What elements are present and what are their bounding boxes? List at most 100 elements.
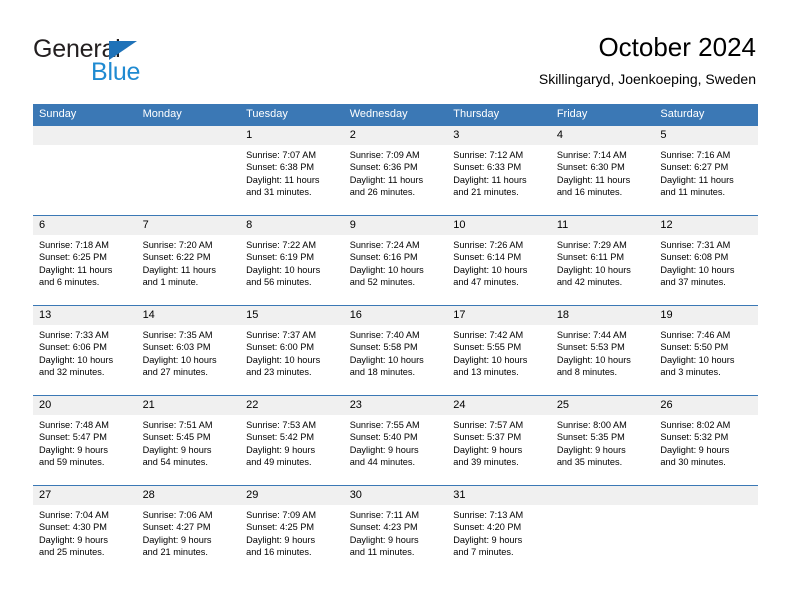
sunrise-text: Sunrise: 8:00 AM <box>556 420 627 430</box>
day-number: 14 <box>136 306 241 325</box>
daylight-text-line2: and 56 minutes. <box>246 277 312 288</box>
day-cell[interactable] <box>136 126 241 215</box>
daylight-text-line2: and 21 minutes. <box>142 547 208 558</box>
day-number: 30 <box>343 486 448 505</box>
day-cell[interactable]: 6 Sunrise: 7:18 AM Sunset: 6:25 PM Dayli… <box>33 216 137 305</box>
day-cell[interactable]: 30 Sunrise: 7:11 AM Sunset: 4:23 PM Dayl… <box>343 486 448 575</box>
day-details: Sunrise: 7:24 AM Sunset: 6:16 PM Dayligh… <box>344 235 448 289</box>
day-cell[interactable]: 17 Sunrise: 7:42 AM Sunset: 5:55 PM Dayl… <box>447 306 551 395</box>
sunrise-text: Sunrise: 7:11 AM <box>349 510 419 520</box>
day-number: 23 <box>343 396 448 415</box>
day-cell[interactable]: 15 Sunrise: 7:37 AM Sunset: 6:00 PM Dayl… <box>240 306 344 395</box>
daylight-text-line1: Daylight: 9 hours <box>39 444 108 455</box>
sunrise-text: Sunrise: 7:33 AM <box>39 330 109 340</box>
generalblue-logo[interactable]: General Blue <box>33 35 213 85</box>
day-cell[interactable]: 27 Sunrise: 7:04 AM Sunset: 4:30 PM Dayl… <box>33 486 137 575</box>
sunset-text: Sunset: 5:47 PM <box>39 432 107 443</box>
day-number <box>654 486 758 505</box>
day-cell[interactable]: 8 Sunrise: 7:22 AM Sunset: 6:19 PM Dayli… <box>240 216 344 305</box>
sunset-text: Sunset: 4:27 PM <box>142 522 211 533</box>
day-cell[interactable]: 21 Sunrise: 7:51 AM Sunset: 5:45 PM Dayl… <box>136 396 241 485</box>
day-number: 5 <box>654 126 758 145</box>
day-details: Sunrise: 7:33 AM Sunset: 6:06 PM Dayligh… <box>33 325 137 379</box>
page-title: October 2024 <box>598 32 756 62</box>
day-cell[interactable]: 12 Sunrise: 7:31 AM Sunset: 6:08 PM Dayl… <box>654 216 758 305</box>
sunrise-text: Sunrise: 7:53 AM <box>246 420 317 430</box>
day-cell[interactable]: 24 Sunrise: 7:57 AM Sunset: 5:37 PM Dayl… <box>447 396 551 485</box>
day-number: 1 <box>240 126 344 145</box>
sunrise-text: Sunrise: 7:24 AM <box>349 240 420 250</box>
day-cell[interactable] <box>550 486 655 575</box>
daylight-text-line2: and 26 minutes. <box>349 187 416 198</box>
day-cell[interactable]: 31 Sunrise: 7:13 AM Sunset: 4:20 PM Dayl… <box>447 486 551 575</box>
day-details: Sunrise: 7:09 AM Sunset: 4:25 PM Dayligh… <box>240 505 344 559</box>
day-cell[interactable]: 22 Sunrise: 7:53 AM Sunset: 5:42 PM Dayl… <box>240 396 344 485</box>
day-cell[interactable]: 4 Sunrise: 7:14 AM Sunset: 6:30 PM Dayli… <box>550 126 655 215</box>
daylight-text-line1: Daylight: 11 hours <box>660 174 734 185</box>
day-cell[interactable]: 28 Sunrise: 7:06 AM Sunset: 4:27 PM Dayl… <box>136 486 241 575</box>
sunrise-text: Sunrise: 7:29 AM <box>556 240 627 250</box>
day-cell[interactable]: 29 Sunrise: 7:09 AM Sunset: 4:25 PM Dayl… <box>240 486 344 575</box>
sunrise-text: Sunrise: 7:42 AM <box>453 330 524 340</box>
day-cell[interactable]: 10 Sunrise: 7:26 AM Sunset: 6:14 PM Dayl… <box>447 216 551 305</box>
daylight-text-line1: Daylight: 9 hours <box>349 534 419 545</box>
daylight-text-line1: Daylight: 11 hours <box>349 174 424 185</box>
sunset-text: Sunset: 6:22 PM <box>142 252 211 263</box>
day-number: 11 <box>550 216 655 235</box>
day-cell[interactable]: 20 Sunrise: 7:48 AM Sunset: 5:47 PM Dayl… <box>33 396 137 485</box>
daylight-text-line2: and 21 minutes. <box>453 187 519 198</box>
daylight-text-line1: Daylight: 11 hours <box>39 264 113 275</box>
daylight-text-line2: and 44 minutes. <box>349 457 416 468</box>
day-details: Sunrise: 7:22 AM Sunset: 6:19 PM Dayligh… <box>240 235 344 289</box>
sunset-text: Sunset: 6:06 PM <box>39 342 107 353</box>
logo-top-text: General <box>33 35 121 63</box>
sunset-text: Sunset: 6:38 PM <box>246 162 315 173</box>
day-cell[interactable] <box>33 126 137 215</box>
day-cell[interactable]: 3 Sunrise: 7:12 AM Sunset: 6:33 PM Dayli… <box>447 126 551 215</box>
sunset-text: Sunset: 6:16 PM <box>349 252 418 263</box>
day-number: 29 <box>240 486 344 505</box>
day-cell[interactable]: 9 Sunrise: 7:24 AM Sunset: 6:16 PM Dayli… <box>343 216 448 305</box>
day-cell[interactable]: 25 Sunrise: 8:00 AM Sunset: 5:35 PM Dayl… <box>550 396 655 485</box>
day-cell[interactable]: 18 Sunrise: 7:44 AM Sunset: 5:53 PM Dayl… <box>550 306 655 395</box>
logo-triangle-icon <box>109 41 137 60</box>
day-cell[interactable]: 1 Sunrise: 7:07 AM Sunset: 6:38 PM Dayli… <box>240 126 344 215</box>
daylight-text-line1: Daylight: 9 hours <box>556 444 626 455</box>
daylight-text-line1: Daylight: 11 hours <box>453 174 527 185</box>
calendar-page: General Blue October 2024 Skillingaryd, … <box>0 0 792 612</box>
day-details: Sunrise: 7:20 AM Sunset: 6:22 PM Dayligh… <box>137 235 241 289</box>
sunset-text: Sunset: 5:55 PM <box>453 342 522 353</box>
sunrise-text: Sunrise: 7:48 AM <box>39 420 109 430</box>
daylight-text-line1: Daylight: 9 hours <box>660 444 730 455</box>
calendar-grid: Sunday Monday Tuesday Wednesday Thursday… <box>33 104 758 575</box>
day-cell[interactable]: 5 Sunrise: 7:16 AM Sunset: 6:27 PM Dayli… <box>654 126 758 215</box>
daylight-text-line1: Daylight: 10 hours <box>246 354 321 365</box>
daylight-text-line2: and 25 minutes. <box>39 547 105 558</box>
day-number: 4 <box>550 126 655 145</box>
day-cell[interactable] <box>654 486 758 575</box>
sunset-text: Sunset: 6:19 PM <box>246 252 315 263</box>
day-number: 8 <box>240 216 344 235</box>
daylight-text-line1: Daylight: 10 hours <box>142 354 217 365</box>
day-cell[interactable]: 19 Sunrise: 7:46 AM Sunset: 5:50 PM Dayl… <box>654 306 758 395</box>
daylight-text-line1: Daylight: 10 hours <box>246 264 321 275</box>
week-row: 13 Sunrise: 7:33 AM Sunset: 6:06 PM Dayl… <box>33 305 758 395</box>
day-details: Sunrise: 8:00 AM Sunset: 5:35 PM Dayligh… <box>551 415 655 469</box>
day-cell[interactable]: 11 Sunrise: 7:29 AM Sunset: 6:11 PM Dayl… <box>550 216 655 305</box>
day-cell[interactable]: 2 Sunrise: 7:09 AM Sunset: 6:36 PM Dayli… <box>343 126 448 215</box>
sunset-text: Sunset: 5:35 PM <box>556 432 625 443</box>
daylight-text-line1: Daylight: 10 hours <box>556 264 631 275</box>
sunset-text: Sunset: 6:36 PM <box>349 162 418 173</box>
day-cell[interactable]: 7 Sunrise: 7:20 AM Sunset: 6:22 PM Dayli… <box>136 216 241 305</box>
day-cell[interactable]: 23 Sunrise: 7:55 AM Sunset: 5:40 PM Dayl… <box>343 396 448 485</box>
day-number: 25 <box>550 396 655 415</box>
day-cell[interactable]: 13 Sunrise: 7:33 AM Sunset: 6:06 PM Dayl… <box>33 306 137 395</box>
sunrise-text: Sunrise: 7:44 AM <box>556 330 627 340</box>
day-cell[interactable]: 16 Sunrise: 7:40 AM Sunset: 5:58 PM Dayl… <box>343 306 448 395</box>
daylight-text-line1: Daylight: 9 hours <box>142 534 212 545</box>
day-cell[interactable]: 26 Sunrise: 8:02 AM Sunset: 5:32 PM Dayl… <box>654 396 758 485</box>
title-block: October 2024 Skillingaryd, Joenkoeping, … <box>539 32 756 88</box>
day-cell[interactable]: 14 Sunrise: 7:35 AM Sunset: 6:03 PM Dayl… <box>136 306 241 395</box>
sunrise-text: Sunrise: 7:04 AM <box>39 510 109 520</box>
sunrise-text: Sunrise: 7:06 AM <box>142 510 213 520</box>
